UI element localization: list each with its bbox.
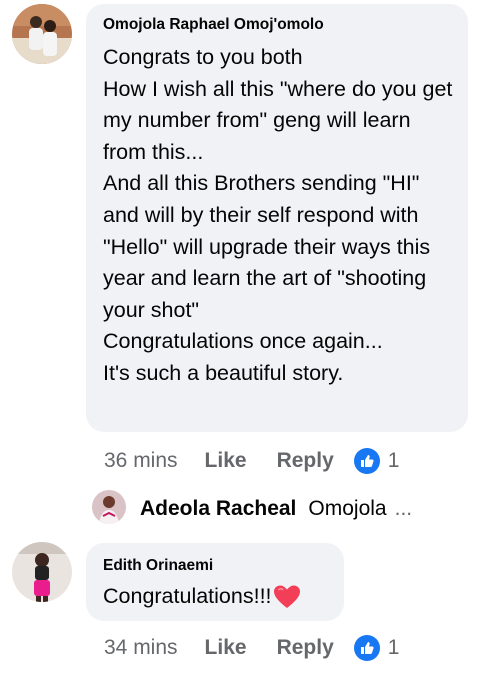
reply-preview-row[interactable]: Adeola Racheal Omojola ...	[140, 494, 412, 524]
like-button[interactable]: Like	[205, 449, 247, 473]
comment-bubble: Edith Orinaemi Congratulations!!!	[86, 543, 344, 621]
comment-text: Congratulations!!!	[103, 584, 272, 608]
thumbs-up-icon[interactable]	[353, 635, 380, 661]
comment-time[interactable]: 34 mins	[104, 636, 178, 660]
comment-author[interactable]: Edith Orinaemi	[103, 557, 213, 575]
comment-author[interactable]: Omojola Raphael Omoj'omolo	[103, 16, 324, 34]
comment-time[interactable]: 36 mins	[104, 449, 178, 473]
commenter-avatar[interactable]	[12, 4, 72, 64]
reply-author[interactable]: Adeola Racheal	[140, 497, 296, 521]
like-button[interactable]: Like	[205, 636, 247, 660]
reaction-count[interactable]: 1	[388, 449, 400, 473]
reply-button[interactable]: Reply	[277, 636, 334, 660]
comment-actions: 34 mins Like Reply 1	[104, 633, 474, 663]
heart-emoji-icon	[273, 584, 301, 610]
reply-avatar[interactable]	[92, 490, 126, 524]
reply-preview-text[interactable]: Omojola	[308, 497, 386, 521]
comment-bubble: Omojola Raphael Omoj'omolo Congrats to y…	[86, 4, 468, 432]
commenter-avatar[interactable]	[12, 542, 72, 602]
thumbs-up-icon[interactable]	[353, 448, 380, 474]
reply-ellipsis[interactable]: ...	[395, 497, 413, 521]
comment-actions: 36 mins Like Reply 1	[104, 446, 474, 476]
comment-text-row: Congratulations!!!	[103, 581, 301, 613]
comment-text: Congrats to you both How I wish all this…	[103, 45, 453, 385]
reaction-count[interactable]: 1	[388, 636, 400, 660]
reply-button[interactable]: Reply	[277, 449, 334, 473]
